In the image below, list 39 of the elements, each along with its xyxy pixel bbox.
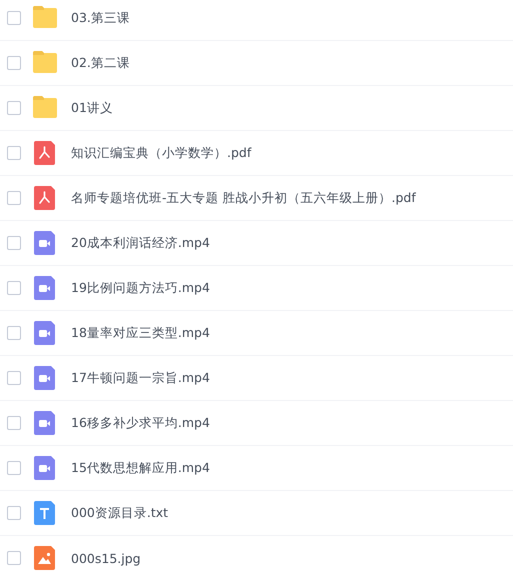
folder-icon [33,51,57,75]
file-name[interactable]: 20成本利润话经济.mp4 [71,234,210,252]
video-icon [33,366,57,390]
file-name[interactable]: 17牛顿问题一宗旨.mp4 [71,370,210,386]
checkbox[interactable] [7,551,21,565]
video-icon [33,276,57,300]
file-name[interactable]: 19比例问题方法巧.mp4 [71,280,210,296]
text-file-icon [33,501,57,525]
pdf-icon [33,186,57,210]
file-name[interactable]: 15代数思想解应用.mp4 [71,460,210,476]
checkbox[interactable] [7,326,21,340]
file-name[interactable]: 03.第三课 [71,10,130,26]
file-name[interactable]: 01讲义 [71,100,113,116]
folder-icon [33,6,57,30]
checkbox[interactable] [7,56,21,70]
file-name[interactable]: 18量率对应三类型.mp4 [71,324,210,342]
checkbox[interactable] [7,146,21,160]
image-file-icon [33,546,57,570]
checkbox[interactable] [7,11,21,25]
video-icon [33,411,57,435]
file-name[interactable]: 000s15.jpg [71,550,141,566]
checkbox[interactable] [7,101,21,115]
pdf-icon [33,141,57,165]
file-name[interactable]: 16移多补少求平均.mp4 [71,414,210,432]
file-name[interactable]: 名师专题培优班-五大专题 胜战小升初（五六年级上册）.pdf [71,190,416,206]
video-icon [33,456,57,480]
checkbox[interactable] [7,416,21,430]
checkbox[interactable] [7,506,21,520]
video-icon [33,321,57,345]
file-name[interactable]: 知识汇编宝典（小学数学）.pdf [71,144,252,162]
file-name[interactable]: 000资源目录.txt [71,504,168,522]
checkbox[interactable] [7,236,21,250]
video-icon [33,231,57,255]
folder-icon [33,96,57,120]
checkbox[interactable] [7,461,21,475]
file-name[interactable]: 02.第二课 [71,54,130,72]
checkbox[interactable] [7,191,21,205]
checkbox[interactable] [7,371,21,385]
checkbox[interactable] [7,281,21,295]
